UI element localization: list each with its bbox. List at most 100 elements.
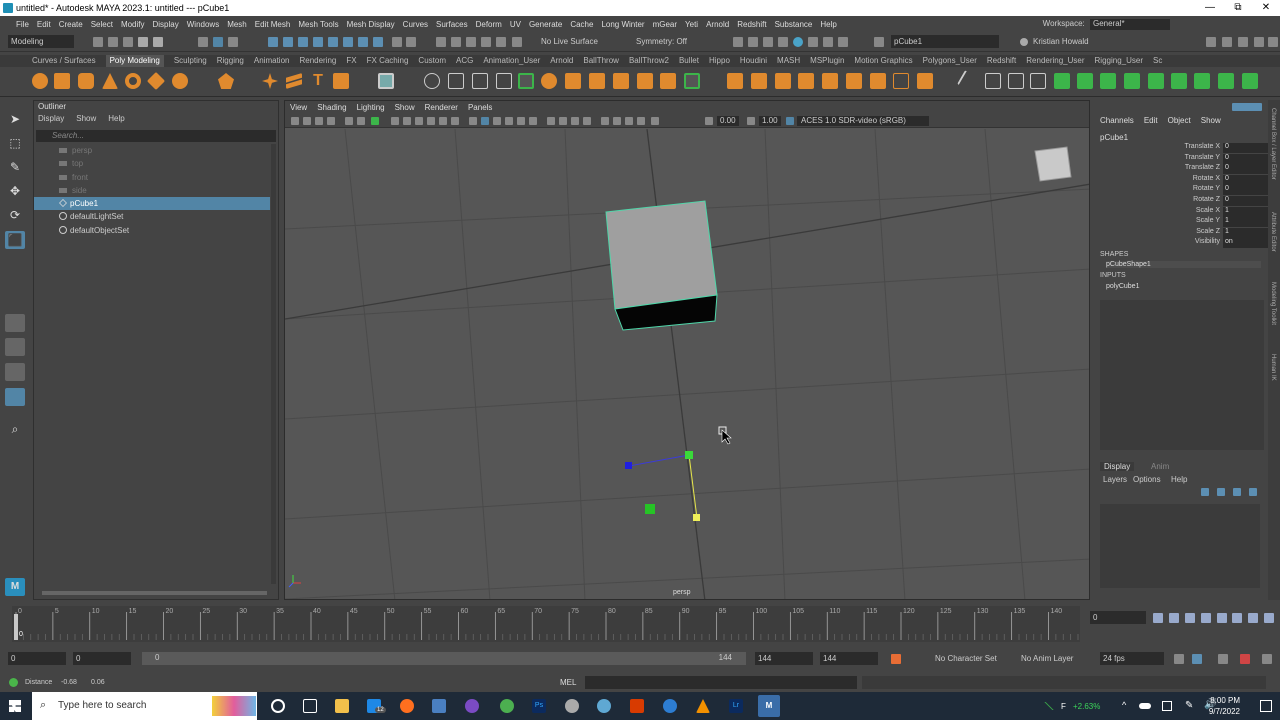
outliner-item-defaultlightset[interactable]: defaultLightSet	[34, 210, 270, 223]
shelf-tab[interactable]: Curves / Surfaces	[32, 55, 96, 67]
poly-cylinder-icon[interactable]	[78, 73, 94, 89]
onedrive-icon[interactable]	[1139, 703, 1151, 709]
chrome-icon[interactable]	[500, 699, 514, 713]
redshift-render-icon[interactable]	[823, 37, 833, 47]
field-chart-icon[interactable]	[427, 117, 435, 125]
layer-icon[interactable]	[1217, 488, 1225, 496]
attr-row-scale-y[interactable]: Scale Y1	[1100, 217, 1268, 228]
snap-grid-icon[interactable]	[436, 37, 446, 47]
menu-edit[interactable]: Edit	[37, 20, 51, 29]
menu-surfaces[interactable]: Surfaces	[436, 20, 468, 29]
outliner-item-top[interactable]: top	[34, 157, 270, 170]
outliner-menu-show[interactable]: Show	[76, 114, 96, 123]
uv-sew-icon[interactable]	[917, 73, 933, 89]
outliner-item-pcube1[interactable]: pCube1	[34, 197, 270, 211]
animation-start-field[interactable]: 0	[8, 652, 66, 665]
redo-icon[interactable]	[153, 37, 163, 47]
motion-blur-icon[interactable]	[559, 117, 567, 125]
textured-icon[interactable]	[505, 117, 513, 125]
new-scene-icon[interactable]	[93, 37, 103, 47]
attr-row-rotate-z[interactable]: Rotate Z0	[1100, 196, 1268, 207]
resolution-gate-icon[interactable]	[403, 117, 411, 125]
attr-row-scale-x[interactable]: Scale X1	[1100, 207, 1268, 218]
attr-value[interactable]: on	[1223, 238, 1268, 248]
menu-set-dropdown[interactable]: Modeling	[8, 35, 74, 48]
selection-mask-icon[interactable]	[343, 37, 353, 47]
layer-menu-layers[interactable]: Layers	[1103, 475, 1127, 484]
channel-menu-edit[interactable]: Edit	[1144, 116, 1158, 125]
shelf-tab[interactable]: Sc	[1153, 55, 1162, 67]
channel-box-icon[interactable]	[1268, 37, 1278, 47]
screen-space-ao-icon[interactable]	[547, 117, 555, 125]
outliner-layout-icon[interactable]	[5, 388, 25, 406]
channel-menu-channels[interactable]: Channels	[1100, 116, 1134, 125]
shelf-tab[interactable]: FX Caching	[367, 55, 409, 67]
mesh-tools-icon[interactable]	[378, 73, 394, 89]
snap-view-icon[interactable]	[481, 37, 491, 47]
channel-menu-show[interactable]: Show	[1201, 116, 1221, 125]
menu-cache[interactable]: Cache	[570, 20, 593, 29]
scale-handle-z[interactable]	[625, 462, 632, 469]
outliner-item-side[interactable]: side	[34, 184, 270, 197]
firefox-icon[interactable]	[400, 699, 414, 713]
attr-row-translate-z[interactable]: Translate Z0	[1100, 164, 1268, 175]
svg-icon[interactable]	[333, 73, 349, 89]
pause-icon[interactable]	[838, 37, 848, 47]
green-tool-icon[interactable]	[1077, 73, 1093, 89]
anim-layer-dropdown[interactable]: No Anim Layer	[1018, 652, 1094, 665]
system-clock[interactable]: 8:00 PM 9/7/2022	[1209, 695, 1240, 717]
play-forward-icon[interactable]	[1217, 613, 1227, 623]
scale-handle-x[interactable]	[685, 451, 693, 459]
xray-joints-icon[interactable]	[625, 117, 633, 125]
menu-yeti[interactable]: Yeti	[685, 20, 698, 29]
menu-uv[interactable]: UV	[510, 20, 521, 29]
attr-value[interactable]: 0	[1223, 154, 1268, 164]
film-gate-icon[interactable]	[391, 117, 399, 125]
menu-edit-mesh[interactable]: Edit Mesh	[255, 20, 291, 29]
store-icon[interactable]	[432, 699, 446, 713]
symmetry-dropdown[interactable]: Symmetry: Off	[633, 35, 705, 48]
uv-contour-icon[interactable]	[870, 73, 886, 89]
attribute-editor-icon[interactable]	[1238, 37, 1248, 47]
green-tool-icon[interactable]	[1148, 73, 1164, 89]
notifications-icon[interactable]	[1260, 700, 1272, 712]
grease-pencil-icon[interactable]	[357, 117, 365, 125]
append-polygon-icon[interactable]	[637, 73, 653, 89]
menu-mesh-display[interactable]: Mesh Display	[347, 20, 395, 29]
task-view-icon[interactable]	[303, 699, 317, 713]
outliner-vertical-scrollbar[interactable]	[271, 144, 276, 584]
two-view-layout-icon[interactable]	[5, 363, 25, 381]
selection-mask-icon[interactable]	[358, 37, 368, 47]
outliner-horizontal-scrollbar[interactable]	[42, 591, 267, 595]
uv-editor-icon[interactable]	[727, 73, 743, 89]
workspace-selector[interactable]: Workspace: General*	[1043, 19, 1170, 30]
animation-end-field[interactable]: 144	[820, 652, 878, 665]
attr-row-rotate-x[interactable]: Rotate X0	[1100, 175, 1268, 186]
shelf-tab[interactable]: Animation	[254, 55, 290, 67]
outliner-menu-help[interactable]: Help	[108, 114, 124, 123]
shelf-tab[interactable]: MASH	[777, 55, 800, 67]
lightroom-icon[interactable]: Lr	[729, 699, 743, 713]
menu-display[interactable]: Display	[153, 20, 179, 29]
vlc-icon[interactable]	[696, 699, 710, 713]
platonic-solid-icon[interactable]	[218, 73, 234, 89]
attr-value[interactable]: 0	[1223, 175, 1268, 185]
extrude-icon[interactable]	[541, 73, 557, 89]
selection-mask-icon[interactable]	[298, 37, 308, 47]
pen-icon[interactable]: ✎	[1185, 700, 1193, 711]
shelf-tab[interactable]: Rendering_User	[1026, 55, 1084, 67]
undo-icon[interactable]	[138, 37, 148, 47]
windows-start-icon[interactable]	[9, 700, 21, 712]
scale-handle-y[interactable]	[693, 514, 700, 521]
single-perspective-layout-icon[interactable]	[5, 314, 25, 332]
hard-edge-icon[interactable]	[985, 73, 1001, 89]
combine-icon[interactable]	[424, 73, 440, 89]
menu-create[interactable]: Create	[59, 20, 83, 29]
selection-mask-icon[interactable]	[328, 37, 338, 47]
maya-taskbar-icon[interactable]: M	[758, 695, 780, 717]
scale-tool-icon[interactable]: ⬛	[5, 231, 25, 249]
color-management-icon[interactable]	[786, 117, 794, 125]
input-mode-icon[interactable]	[874, 37, 884, 47]
attr-value[interactable]: 1	[1223, 228, 1268, 238]
viewport-menu-show[interactable]: Show	[395, 101, 415, 115]
